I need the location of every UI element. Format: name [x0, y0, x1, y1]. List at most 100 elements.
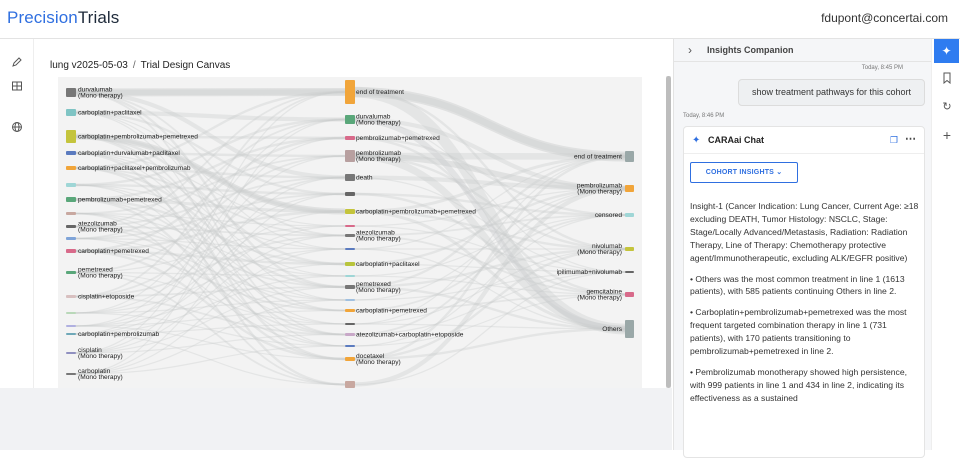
sankey-node-label: atezolizumab (Mono therapy): [356, 229, 401, 242]
breadcrumb-separator: /: [132, 60, 136, 71]
pen-icon[interactable]: [10, 56, 24, 70]
sankey-node[interactable]: [345, 150, 355, 162]
canvas-area: lung v2025-05-03 / Trial Design Canvas dur…: [34, 39, 672, 388]
canvas-scrollbar[interactable]: [666, 76, 671, 388]
sankey-node-label: pembrolizumab (Mono therapy): [577, 182, 622, 195]
sankey-node-label: carboplatin+pembrolizumab: [78, 331, 160, 338]
insights-panel-title: Insights Companion: [707, 45, 794, 55]
sankey-node[interactable]: [66, 109, 76, 116]
sankey-node-label: carboplatin+pemetrexed: [356, 308, 427, 315]
brand-logo[interactable]: PrecisionTrials: [7, 8, 119, 28]
sankey-node[interactable]: [66, 271, 76, 274]
sankey-node[interactable]: [345, 136, 355, 140]
sankey-node[interactable]: [66, 295, 76, 298]
breadcrumb-project[interactable]: lung v2025-05-03: [50, 60, 128, 71]
sankey-svg: durvalumab (Mono therapy) carboplatin+pacl…: [66, 80, 634, 388]
sankey-node-label: durvalumab (Mono therapy): [356, 113, 401, 126]
sankey-node[interactable]: [345, 333, 355, 336]
more-options-icon[interactable]: ⋯: [905, 132, 916, 145]
sankey-node[interactable]: [66, 237, 76, 240]
sankey-node[interactable]: [625, 151, 634, 162]
sankey-node-label: pembrolizumab+pemetrexed: [78, 197, 162, 204]
sankey-node-label: carboplatin+durvalumab+paclitaxel: [78, 150, 180, 157]
sankey-node[interactable]: [345, 248, 355, 250]
copy-icon[interactable]: ❐: [890, 135, 898, 146]
sankey-node-label: cisplatin+etoposide: [78, 294, 135, 301]
scrollbar-thumb[interactable]: [666, 76, 671, 388]
sankey-node[interactable]: [66, 373, 76, 375]
globe-icon[interactable]: [10, 121, 24, 135]
sankey-node[interactable]: [345, 115, 355, 124]
sankey-node[interactable]: [345, 209, 355, 214]
sankey-node[interactable]: [345, 234, 355, 237]
sankey-node[interactable]: [345, 225, 355, 227]
sankey-node[interactable]: [66, 183, 76, 187]
sankey-node[interactable]: [345, 323, 355, 325]
sankey-node[interactable]: [625, 247, 634, 251]
insights-panel: › Insights Companion Today, 8:45 PM show…: [673, 39, 931, 458]
sankey-node[interactable]: [66, 225, 76, 228]
sankey-node[interactable]: [66, 333, 76, 335]
sankey-node-label: death: [356, 175, 373, 182]
cohort-insights-label: COHORT INSIGHTS: [705, 169, 775, 176]
sankey-node[interactable]: [345, 299, 355, 301]
sankey-node[interactable]: [66, 249, 76, 253]
sankey-node[interactable]: [66, 88, 76, 97]
sankey-diagram[interactable]: durvalumab (Mono therapy) carboplatin+pacl…: [58, 77, 642, 388]
sankey-node-label: end of treatment: [574, 154, 622, 161]
chevron-down-icon: ⌄: [776, 169, 783, 176]
sankey-node[interactable]: [66, 312, 76, 314]
insight-bullet: • Carboplatin+pembrolizumab+pemetrexed w…: [690, 307, 907, 357]
chat-card-divider: [684, 153, 924, 154]
sankey-node[interactable]: [345, 285, 355, 289]
chevron-right-icon[interactable]: ›: [688, 43, 692, 57]
sankey-node[interactable]: [66, 212, 76, 215]
refresh-icon[interactable]: ↻: [940, 100, 954, 114]
sankey-node[interactable]: [345, 262, 355, 266]
sankey-node[interactable]: [345, 357, 355, 361]
sankey-node-label: carboplatin+paclitaxel: [78, 110, 142, 117]
sankey-node[interactable]: [345, 345, 355, 347]
top-bar: PrecisionTrials fdupont@concertai.com: [0, 0, 960, 39]
sankey-node[interactable]: [345, 309, 355, 312]
sankey-node-label: pembrolizumab (Mono therapy): [356, 150, 401, 163]
sankey-node[interactable]: [625, 292, 634, 297]
insight-bullet: • Others was the most common treatment i…: [690, 273, 905, 297]
sankey-node[interactable]: [345, 275, 355, 277]
right-rail: ✦ ↻ +: [931, 39, 960, 450]
bookmark-icon[interactable]: [940, 72, 954, 86]
sankey-node-label: carboplatin+pemetrexed: [78, 248, 149, 255]
sankey-node[interactable]: [625, 213, 634, 217]
sankey-node[interactable]: [625, 320, 634, 338]
sankey-node[interactable]: [66, 325, 76, 327]
chat-title: CARAai Chat: [708, 135, 765, 145]
sankey-node-label: ipilimumab+nivolumab: [557, 269, 623, 276]
sankey-node[interactable]: [345, 381, 355, 388]
sankey-node[interactable]: [66, 151, 76, 155]
sankey-node[interactable]: [66, 130, 76, 143]
sankey-node[interactable]: [625, 271, 634, 273]
insight-bullet: • Pembrolizumab monotherapy showed high …: [690, 366, 908, 403]
insight-intro: Insight-1 (Cancer Indication: Lung Cance…: [690, 201, 919, 263]
sankey-node[interactable]: [345, 192, 355, 196]
sankey-node-label: atezolizumab+carboplatin+etoposide: [356, 332, 464, 339]
sankey-node-label: atezolizumab (Mono therapy): [78, 220, 123, 233]
user-email[interactable]: fdupont@concertai.com: [821, 11, 948, 25]
plus-icon[interactable]: +: [940, 128, 954, 142]
sparkle-icon: ✦: [692, 135, 701, 146]
brand-part1: Precision: [7, 8, 78, 27]
sankey-node-label: carboplatin+paclitaxel: [356, 261, 420, 268]
map-icon[interactable]: [10, 80, 24, 94]
sankey-node[interactable]: [66, 197, 76, 202]
sankey-node[interactable]: [345, 174, 355, 181]
canvas-footer-area: [0, 388, 672, 450]
sankey-node-label: carboplatin+paclitaxel+pembrolizumab: [78, 165, 191, 172]
sankey-node[interactable]: [66, 166, 76, 170]
sankey-node[interactable]: [625, 185, 634, 192]
sankey-node[interactable]: [345, 80, 355, 104]
cohort-insights-button[interactable]: COHORT INSIGHTS ⌄: [690, 162, 798, 183]
sankey-node[interactable]: [66, 352, 76, 354]
ai-assistant-button[interactable]: ✦: [934, 39, 959, 63]
sankey-node-label: pembrolizumab+pemetrexed: [356, 135, 440, 142]
user-message-bubble: show treatment pathways for this cohort: [738, 79, 925, 106]
